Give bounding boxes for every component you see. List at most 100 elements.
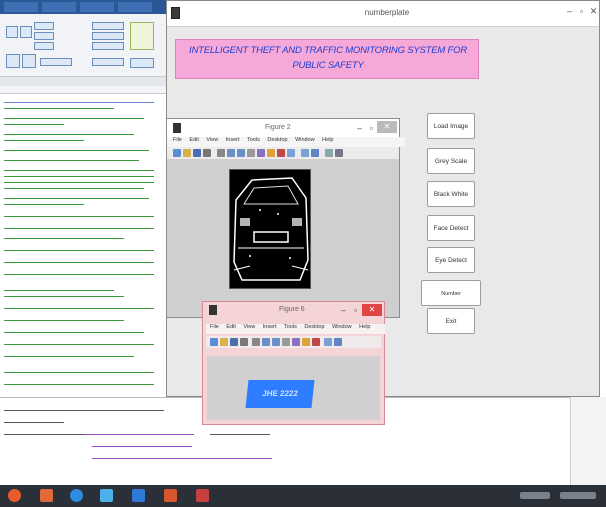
toolbar-icon[interactable]: [34, 42, 54, 50]
pointer-icon[interactable]: [252, 338, 260, 346]
print-icon[interactable]: [203, 149, 211, 157]
menu-insert[interactable]: Insert: [263, 324, 277, 330]
ribbon-section-labels: [0, 76, 172, 86]
menu-tools[interactable]: Tools: [247, 137, 260, 143]
menu-desktop[interactable]: Desktop: [304, 324, 324, 330]
matlab-ribbon-tabs: [0, 0, 172, 14]
system-tray-icon[interactable]: [520, 492, 550, 499]
zoom-out-icon[interactable]: [237, 149, 245, 157]
figure-6-titlebar[interactable]: Figure 6 – ▫ ✕: [203, 302, 384, 318]
menu-tools[interactable]: Tools: [284, 324, 297, 330]
print-icon[interactable]: [240, 338, 248, 346]
load-image-button[interactable]: Load Image: [427, 113, 475, 139]
data-cursor-icon[interactable]: [267, 149, 275, 157]
open-file-icon[interactable]: [20, 26, 32, 38]
toolbar-icon[interactable]: [40, 58, 72, 66]
exit-button[interactable]: Exit: [427, 308, 475, 334]
rotate-icon[interactable]: [292, 338, 300, 346]
menu-edit[interactable]: Edit: [226, 324, 235, 330]
menu-file[interactable]: File: [173, 137, 182, 143]
toolbar-icon[interactable]: [92, 58, 124, 66]
data-cursor-icon[interactable]: [302, 338, 310, 346]
open-icon[interactable]: [220, 338, 228, 346]
code-editor[interactable]: [0, 94, 172, 397]
new-figure-icon[interactable]: [173, 149, 181, 157]
ribbon-tab[interactable]: [80, 2, 114, 12]
menu-file[interactable]: File: [210, 324, 219, 330]
workspace-panel: [570, 397, 606, 485]
toolbar-icon[interactable]: [34, 32, 54, 40]
app-icon[interactable]: [196, 489, 209, 502]
brush-icon[interactable]: [277, 149, 285, 157]
new-figure-icon[interactable]: [210, 338, 218, 346]
figure-2-window: Figure 2 – ▫ ✕ File Edit View Insert Too…: [166, 118, 405, 318]
matlab-icon[interactable]: [164, 489, 177, 502]
save-icon[interactable]: [230, 338, 238, 346]
ribbon-tab[interactable]: [42, 2, 76, 12]
pan-icon[interactable]: [282, 338, 290, 346]
figure-2-title: Figure 2: [265, 124, 291, 131]
figure-6-title: Figure 6: [279, 306, 305, 313]
black-white-button[interactable]: Black White: [427, 181, 475, 207]
figure-6-menubar: File Edit View Insert Tools Desktop Wind…: [206, 324, 385, 334]
legend-icon[interactable]: [334, 338, 342, 346]
toolbar-icon[interactable]: [130, 58, 154, 68]
toolbar-icon[interactable]: [130, 22, 154, 50]
app-icon[interactable]: [100, 489, 113, 502]
show-tools-icon[interactable]: [335, 149, 343, 157]
toolbar-icon[interactable]: [6, 54, 20, 68]
zoom-out-icon[interactable]: [272, 338, 280, 346]
toolbar-icon[interactable]: [92, 42, 124, 50]
menu-desktop[interactable]: Desktop: [267, 137, 287, 143]
toolbar-icon[interactable]: [92, 22, 124, 30]
figure-6-axes-area: JHE 2222: [207, 356, 380, 420]
ribbon-tab[interactable]: [4, 2, 38, 12]
new-file-icon[interactable]: [6, 26, 18, 38]
legend-icon[interactable]: [311, 149, 319, 157]
close-icon[interactable]: ✕: [362, 304, 382, 316]
colorbar-icon[interactable]: [324, 338, 332, 346]
figure-2-titlebar[interactable]: Figure 2 – ▫ ✕: [167, 119, 399, 137]
open-icon[interactable]: [183, 149, 191, 157]
menu-view[interactable]: View: [243, 324, 255, 330]
pan-icon[interactable]: [247, 149, 255, 157]
menu-help[interactable]: Help: [322, 137, 333, 143]
menu-window[interactable]: Window: [332, 324, 352, 330]
number-plate-extraction-button[interactable]: Number PlateExtraction: [421, 280, 481, 323]
gui-titlebar[interactable]: numberplate – ▫ ✕: [167, 1, 599, 27]
browser-icon[interactable]: [70, 489, 83, 502]
ribbon-tab[interactable]: [118, 2, 152, 12]
app-icon[interactable]: [40, 489, 53, 502]
save-icon[interactable]: [193, 149, 201, 157]
banner-text: INTELLIGENT THEFT AND TRAFFIC MONITORING…: [176, 43, 480, 73]
figure-6-window: Figure 6 – ▫ ✕ File Edit View Insert Too…: [202, 301, 385, 425]
colorbar-icon[interactable]: [301, 149, 309, 157]
menu-edit[interactable]: Edit: [189, 137, 198, 143]
toolbar-icon[interactable]: [34, 22, 54, 30]
menu-window[interactable]: Window: [295, 137, 315, 143]
figure-2-toolbar: [167, 147, 399, 159]
close-icon[interactable]: ✕: [587, 5, 600, 17]
toolbar-icon[interactable]: [22, 54, 36, 68]
menu-help[interactable]: Help: [359, 324, 370, 330]
title-banner: INTELLIGENT THEFT AND TRAFFIC MONITORING…: [175, 39, 479, 79]
zoom-in-icon[interactable]: [262, 338, 270, 346]
start-icon[interactable]: [8, 489, 21, 502]
pointer-icon[interactable]: [217, 149, 225, 157]
maximize-icon[interactable]: ▫: [349, 304, 362, 316]
face-detect-button[interactable]: Face Detect: [427, 215, 475, 241]
window-title: numberplate: [364, 8, 410, 17]
toolbar-icon[interactable]: [92, 32, 124, 40]
hide-tools-icon[interactable]: [325, 149, 333, 157]
link-icon[interactable]: [287, 149, 295, 157]
app-icon[interactable]: [132, 489, 145, 502]
close-icon[interactable]: ✕: [377, 121, 397, 133]
menu-insert[interactable]: Insert: [226, 137, 240, 143]
rotate-icon[interactable]: [257, 149, 265, 157]
brush-icon[interactable]: [312, 338, 320, 346]
eye-detect-button[interactable]: Eye Detect: [427, 247, 475, 273]
zoom-in-icon[interactable]: [227, 149, 235, 157]
menu-view[interactable]: View: [206, 137, 218, 143]
grey-scale-button[interactable]: Grey Scale: [427, 148, 475, 174]
taskbar: [0, 485, 606, 507]
